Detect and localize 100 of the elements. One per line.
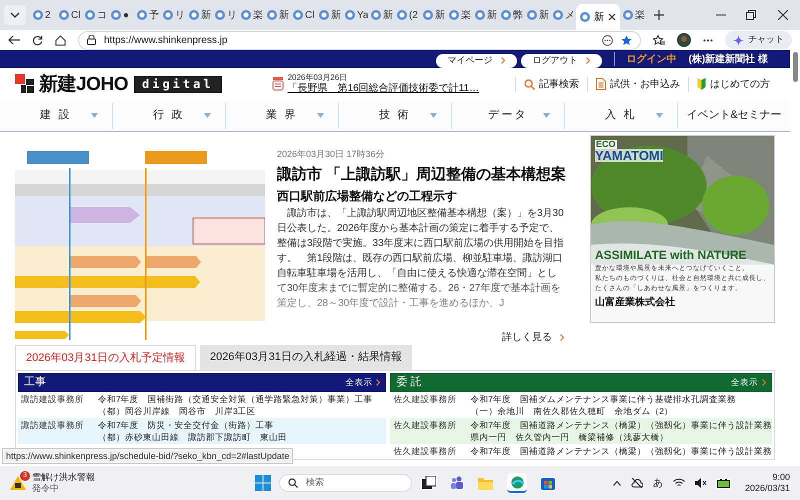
header-link[interactable]: はじめての方 [688,76,770,92]
status-url: https://www.shinkenpress.jp/schedule-bid/?seko_kbn_cd=2#lastUpdate [2,448,294,464]
battery-icon[interactable] [716,478,731,488]
browser-tab[interactable]: ● [108,5,134,25]
nav-menu-item[interactable]: データ [452,102,565,128]
read-more-link[interactable]: 詳しく見る [502,330,564,345]
tab-title: (2 [409,8,418,22]
top-link-button[interactable]: ログアウト [520,54,602,68]
table-row[interactable]: 佐久建設事務所 令和7年度 国補道路メンテナンス（橋梁）（強靱化）事業に伴う設計業務 県内一円 佐久管内一円 橋梁補修（浅蓼大橋） [390,418,772,444]
tab-title: 新 [383,8,393,22]
tab-title: リ [227,8,237,22]
article-title[interactable]: 諏訪市 「上諏訪駅」周辺整備の基本構想案 [277,166,576,184]
scrollbar[interactable] [793,52,798,82]
site-logo[interactable]: 新建JOHO digital [15,74,222,94]
browser-tab[interactable]: 予 [134,5,160,25]
nav-menu-item[interactable]: 建 設 [0,102,113,128]
browser-tab[interactable]: 楽 [620,5,646,25]
new-tab-icon[interactable] [654,10,664,20]
people-icon[interactable] [450,476,464,490]
reload-icon[interactable] [32,34,43,46]
bid-tab[interactable]: 2026年03月31日の入札予定情報 [15,345,196,370]
browser-tab[interactable]: コ [82,5,108,25]
search-icon [524,78,535,90]
table-row[interactable]: 諏訪建設事務所 令和7年度 防災・安全交付金（街路）工事 （都）赤砂東山田線 諏訪郡下諏訪町 東山田 [18,418,386,444]
browser-tab[interactable]: メ [550,5,576,25]
browser-tab[interactable]: リ [212,5,238,25]
windows-icon[interactable] [255,475,271,491]
browser-tab[interactable]: 新 [420,5,446,25]
show-all-link[interactable]: 全表示 [345,376,380,389]
top-link-button[interactable]: マイページ [436,54,517,68]
tab-title: 楽 [635,8,645,22]
wifi-icon[interactable] [672,478,685,488]
bid-tab[interactable]: 2026年03月31日の入札経過・結果情報 [200,345,412,370]
nav-menu-item[interactable]: 業 界 [226,102,339,128]
nav-menu-item[interactable]: 技 術 [339,102,452,128]
tab-title: コ [97,8,107,22]
browser-tab[interactable]: 新 [186,5,212,25]
browser-taskbar-button[interactable] [507,473,527,493]
address-field[interactable]: https://www.shinkenpress.jp [78,30,641,50]
office-cell-text: 佐久建設事務所 [392,419,458,432]
cloud-off-icon[interactable] [630,478,643,488]
browser-tab[interactable]: 新 [264,5,290,25]
tab-title: 弊 [513,8,523,22]
more-icon[interactable] [602,34,613,46]
sparkle-icon [733,34,744,46]
browser-tab[interactable]: リ [160,5,186,25]
nav-menu-item[interactable]: イベント&セミナー [678,102,790,128]
table-title: 委 託 [396,374,422,390]
ad-slogan: ASSIMILATE with NATURE [595,248,748,263]
browser-tab[interactable]: 弊 [498,5,524,25]
task-view-icon[interactable] [422,476,436,490]
header-link[interactable]: 試供・お申込み [587,76,680,92]
browser-tab[interactable]: 新 [472,5,498,25]
favicon-icon [580,12,590,22]
info-headline-link[interactable]: 「長野県 第16回総合評価技術委で計11… [288,82,480,96]
lock-icon [87,35,96,45]
browser-tab[interactable]: 新 [368,5,394,25]
project-text: 令和7年度 国補道路メンテナンス（橋梁）（強靱化）事業に伴う設計業務 [470,419,772,431]
browser-tab[interactable]: 楽 [446,5,472,25]
taskbar-search-field[interactable]: 検索 [279,474,412,492]
ime-indicator[interactable]: あ [652,476,663,490]
favicon-icon [397,10,407,20]
store-icon[interactable] [541,476,555,490]
article-subtitle: 西口駅前広場整備などの工程示す [277,188,458,206]
tab-title: 新 [435,8,445,22]
avatar-icon[interactable] [677,33,691,47]
favicon-icon [475,10,485,20]
browser-tab[interactable]: 新 [576,4,620,30]
chat-button[interactable]: チャット [725,31,792,49]
browser-tab[interactable]: 楽 [238,5,264,25]
show-all-link[interactable]: 全表示 [731,376,766,389]
star-icon[interactable] [621,34,632,46]
tab-list-button[interactable] [4,5,26,25]
browser-tab[interactable]: Cl [290,5,316,25]
nav-menu-item[interactable]: 行 政 [113,102,226,128]
chevron-up-icon[interactable] [612,480,621,486]
clock-time: 9:00 [772,472,790,483]
close-icon[interactable] [778,10,788,20]
menu-icon[interactable] [703,38,713,42]
browser-tab[interactable]: Cl [56,5,82,25]
browser-tab[interactable]: (2 [394,5,420,25]
office-cell-text: 諏訪建設事務所 [20,393,85,406]
tab-title: 新 [594,10,604,24]
favicon-icon [215,10,225,20]
browser-tab[interactable]: 2 [30,5,56,25]
browser-tab[interactable]: 新 [316,5,342,25]
header-link[interactable]: 記事検索 [515,76,579,92]
favicon-icon [553,10,563,20]
close-icon[interactable] [608,13,616,21]
back-icon[interactable] [8,35,20,45]
project-text: 令和7年度 国補道路メンテナンス（橋梁）（強靱化）事業に伴う設計業務 [470,445,772,457]
nav-menu-item[interactable]: 入 札 [565,102,678,128]
favicon-icon [345,10,355,20]
restore-icon[interactable] [746,10,756,20]
favorites-icon[interactable] [653,34,665,46]
browser-tab[interactable]: 新 [524,5,550,25]
caret-down-icon [543,112,550,118]
home-icon[interactable] [55,34,66,46]
muted-speaker-icon[interactable] [694,478,707,488]
info-date: 2026年03月26日 [288,72,348,82]
